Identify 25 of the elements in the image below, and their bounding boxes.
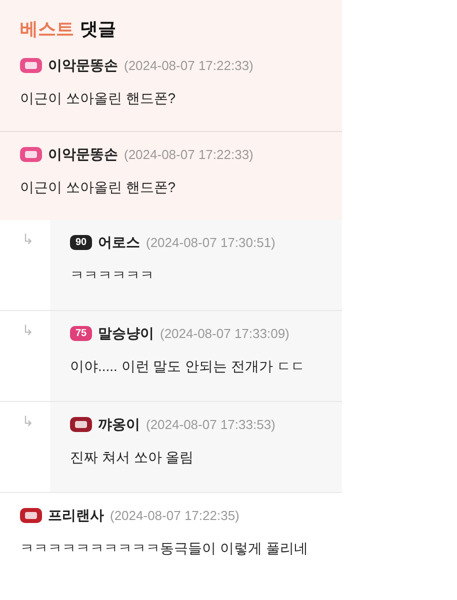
- author-name[interactable]: 말승냥이: [98, 323, 154, 344]
- comment-text: ㅋㅋㅋㅋㅋㅋ: [70, 266, 155, 285]
- author-name[interactable]: 꺄옹이: [98, 414, 140, 435]
- section-title-accent: 베스트: [20, 18, 74, 41]
- comment-text: 진짜 쳐서 쏘아 올림: [70, 448, 195, 467]
- comment-time: (2024-08-07 17:22:35): [110, 506, 240, 525]
- comment-time: (2024-08-07 17:22:33): [124, 146, 254, 164]
- author-name[interactable]: 프리랜사: [48, 505, 104, 526]
- level-badge-icon: 90: [70, 235, 92, 250]
- reply-arrow: ↳: [22, 322, 34, 338]
- comment-time: (2024-08-07 17:33:09): [160, 324, 290, 343]
- comment-time: (2024-08-07 17:33:53): [146, 416, 276, 434]
- comment-time: (2024-08-07 17:30:51): [146, 234, 276, 252]
- comment-text: 이근이 쏘아올린 핸드폰?: [20, 89, 177, 108]
- reply-arrow: ↳: [22, 231, 34, 247]
- comment-text: 이근이 쏘아올린 핸드폰?: [20, 178, 177, 197]
- comment-text: ㅋㅋㅋㅋㅋㅋㅋㅋㅋㅋ동극들이 이렇게 풀리네: [20, 539, 309, 558]
- reply-arrow: ↳: [22, 413, 34, 429]
- comment-time: (2024-08-07 17:22:33): [124, 56, 254, 75]
- section-title: 댓글: [80, 18, 116, 41]
- author-name[interactable]: 어로스: [98, 232, 140, 253]
- comment-text: 이야..... 이런 말도 안되는 전개가 ㄷㄷ: [70, 357, 306, 376]
- level-badge-icon: 75: [70, 326, 92, 341]
- author-name[interactable]: 이악문똥손: [48, 55, 118, 76]
- author-name[interactable]: 이악문똥손: [48, 144, 118, 165]
